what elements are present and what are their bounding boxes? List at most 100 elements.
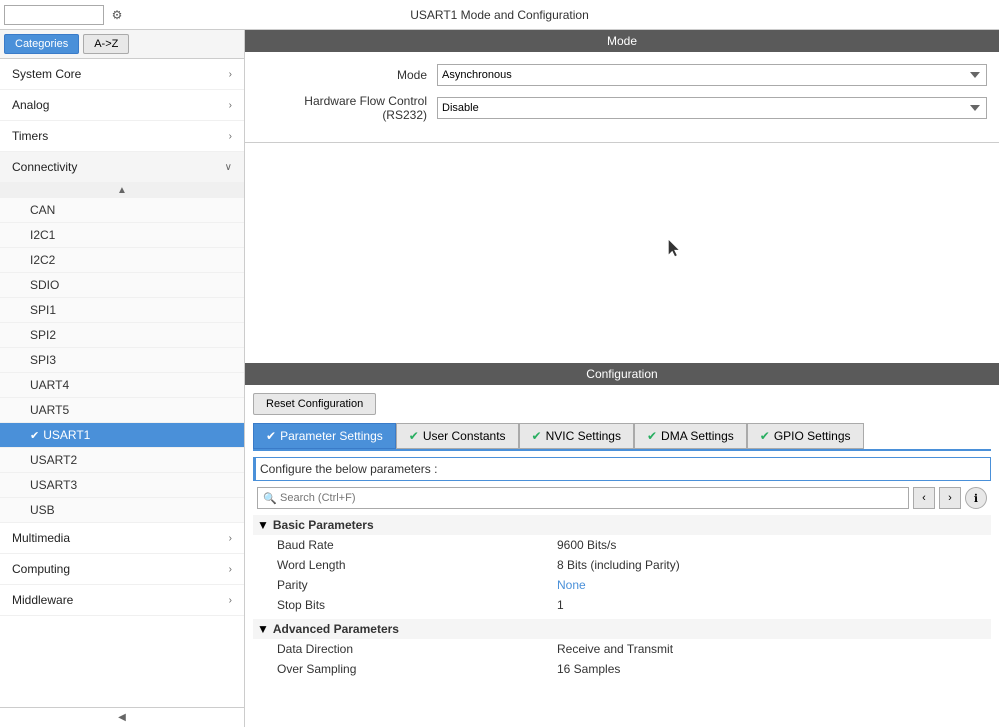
info-button[interactable]: ℹ [965, 487, 987, 509]
sidebar-item-usart3[interactable]: USART3 [0, 473, 244, 498]
hwfc-select[interactable]: Disable CTS Only [437, 97, 987, 119]
up-arrow-icon: ▲ [117, 185, 127, 196]
sidebar-item-computing[interactable]: Computing › [0, 554, 244, 585]
checkmark-icon: ✔ [30, 429, 39, 442]
sidebar-item-label: Timers [12, 129, 48, 143]
param-value: 16 Samples [557, 662, 620, 676]
param-row-parity: Parity None [253, 575, 991, 595]
mode-select[interactable]: Asynchronous Synchronous [437, 64, 987, 86]
param-row-over-sampling: Over Sampling 16 Samples [253, 659, 991, 679]
sidebar-item-multimedia[interactable]: Multimedia › [0, 523, 244, 554]
tab-a-to-z[interactable]: A->Z [83, 34, 129, 54]
sidebar-footer: ◀ [0, 707, 244, 727]
cursor-area [245, 143, 999, 363]
sidebar-item-analog[interactable]: Analog › [0, 90, 244, 121]
basic-parameters-label: Basic Parameters [273, 518, 374, 532]
param-value: Receive and Transmit [557, 642, 673, 656]
scroll-indicator: ▲ [0, 183, 244, 198]
param-row-stop-bits: Stop Bits 1 [253, 595, 991, 615]
sidebar-item-can[interactable]: CAN [0, 198, 244, 223]
top-bar: ⚙ USART1 Mode and Configuration [0, 0, 999, 30]
chevron-right-icon: › [229, 595, 232, 606]
param-value-link[interactable]: None [557, 578, 586, 592]
basic-parameters-header[interactable]: ▼ Basic Parameters [253, 515, 991, 535]
param-name: Word Length [277, 558, 557, 572]
sidebar: Categories A->Z System Core › Analog › T… [0, 30, 245, 727]
top-bar-title: USART1 Mode and Configuration [410, 8, 589, 22]
basic-parameters-group: ▼ Basic Parameters Baud Rate 9600 Bits/s… [253, 515, 991, 615]
sidebar-item-label: Connectivity [12, 160, 77, 174]
sidebar-item-middleware[interactable]: Middleware › [0, 585, 244, 616]
gear-icon[interactable]: ⚙ [108, 6, 126, 24]
sidebar-item-timers[interactable]: Timers › [0, 121, 244, 152]
param-row-word-length: Word Length 8 Bits (including Parity) [253, 555, 991, 575]
tab-check-icon: ✔ [647, 429, 657, 443]
reset-configuration-button[interactable]: Reset Configuration [253, 393, 376, 415]
param-value: 1 [557, 598, 564, 612]
param-row-data-direction: Data Direction Receive and Transmit [253, 639, 991, 659]
tab-categories[interactable]: Categories [4, 34, 79, 54]
top-bar-search-area: ⚙ [0, 0, 130, 29]
sidebar-item-label: Computing [12, 562, 70, 576]
chevron-right-icon: › [229, 100, 232, 111]
chevron-right-icon: › [229, 564, 232, 575]
param-value: 9600 Bits/s [557, 538, 616, 552]
chevron-right-icon: › [229, 131, 232, 142]
collapse-icon[interactable]: ◀ [118, 712, 126, 723]
chevron-right-icon: › [229, 69, 232, 80]
sidebar-item-sdio[interactable]: SDIO [0, 273, 244, 298]
content-area: Mode Mode Asynchronous Synchronous Hardw… [245, 30, 999, 727]
sidebar-item-uart5[interactable]: UART5 [0, 398, 244, 423]
nav-prev-button[interactable]: ‹ [913, 487, 935, 509]
tab-label: NVIC Settings [546, 429, 621, 443]
param-name: Over Sampling [277, 662, 557, 676]
mode-label: Mode [257, 68, 437, 82]
sidebar-item-usb[interactable]: USB [0, 498, 244, 523]
collapse-arrow-icon: ▼ [257, 518, 269, 532]
tab-dma-settings[interactable]: ✔ DMA Settings [634, 423, 747, 449]
tab-label: DMA Settings [661, 429, 734, 443]
tab-gpio-settings[interactable]: ✔ GPIO Settings [747, 423, 864, 449]
sidebar-item-usart1[interactable]: ✔ USART1 [0, 423, 244, 448]
param-search-input[interactable] [257, 487, 909, 509]
sidebar-item-usart2[interactable]: USART2 [0, 448, 244, 473]
param-name: Stop Bits [277, 598, 557, 612]
top-search-input[interactable] [4, 5, 104, 25]
sidebar-item-system-core[interactable]: System Core › [0, 59, 244, 90]
configure-label: Configure the below parameters : [253, 457, 991, 481]
tab-label: User Constants [423, 429, 506, 443]
advanced-parameters-header[interactable]: ▼ Advanced Parameters [253, 619, 991, 639]
param-value: 8 Bits (including Parity) [557, 558, 680, 572]
tab-check-icon: ✔ [409, 429, 419, 443]
mode-section: Mode Asynchronous Synchronous Hardware F… [245, 52, 999, 143]
sidebar-item-uart4[interactable]: UART4 [0, 373, 244, 398]
tab-label: Parameter Settings [280, 429, 383, 443]
chevron-right-icon: › [229, 533, 232, 544]
advanced-parameters-group: ▼ Advanced Parameters Data Direction Rec… [253, 619, 991, 679]
nav-next-button[interactable]: › [939, 487, 961, 509]
sidebar-item-label: Middleware [12, 593, 73, 607]
sidebar-item-i2c2[interactable]: I2C2 [0, 248, 244, 273]
advanced-parameters-label: Advanced Parameters [273, 622, 399, 636]
sidebar-item-i2c1[interactable]: I2C1 [0, 223, 244, 248]
sidebar-item-label: USART1 [43, 428, 90, 442]
sidebar-list: System Core › Analog › Timers › Connecti… [0, 59, 244, 707]
param-name: Data Direction [277, 642, 557, 656]
config-section-header: Configuration [245, 363, 999, 385]
tab-nvic-settings[interactable]: ✔ NVIC Settings [519, 423, 634, 449]
tab-parameter-settings[interactable]: ✔ Parameter Settings [253, 423, 396, 449]
chevron-down-icon: ∨ [225, 162, 232, 173]
sidebar-item-connectivity[interactable]: Connectivity ∨ [0, 152, 244, 183]
collapse-arrow-icon: ▼ [257, 622, 269, 636]
tab-check-icon: ✔ [760, 429, 770, 443]
tab-check-icon: ✔ [266, 429, 276, 443]
mode-row-mode: Mode Asynchronous Synchronous [257, 64, 987, 86]
tab-user-constants[interactable]: ✔ User Constants [396, 423, 519, 449]
sidebar-item-spi2[interactable]: SPI2 [0, 323, 244, 348]
sidebar-item-spi3[interactable]: SPI3 [0, 348, 244, 373]
config-content: Reset Configuration ✔ Parameter Settings… [245, 385, 999, 727]
connectivity-sub-list: CAN I2C1 I2C2 SDIO SPI1 SPI2 SPI3 UART4 … [0, 198, 244, 523]
sidebar-item-spi1[interactable]: SPI1 [0, 298, 244, 323]
search-input-wrapper: 🔍 [257, 487, 909, 509]
cursor-icon [668, 240, 682, 258]
